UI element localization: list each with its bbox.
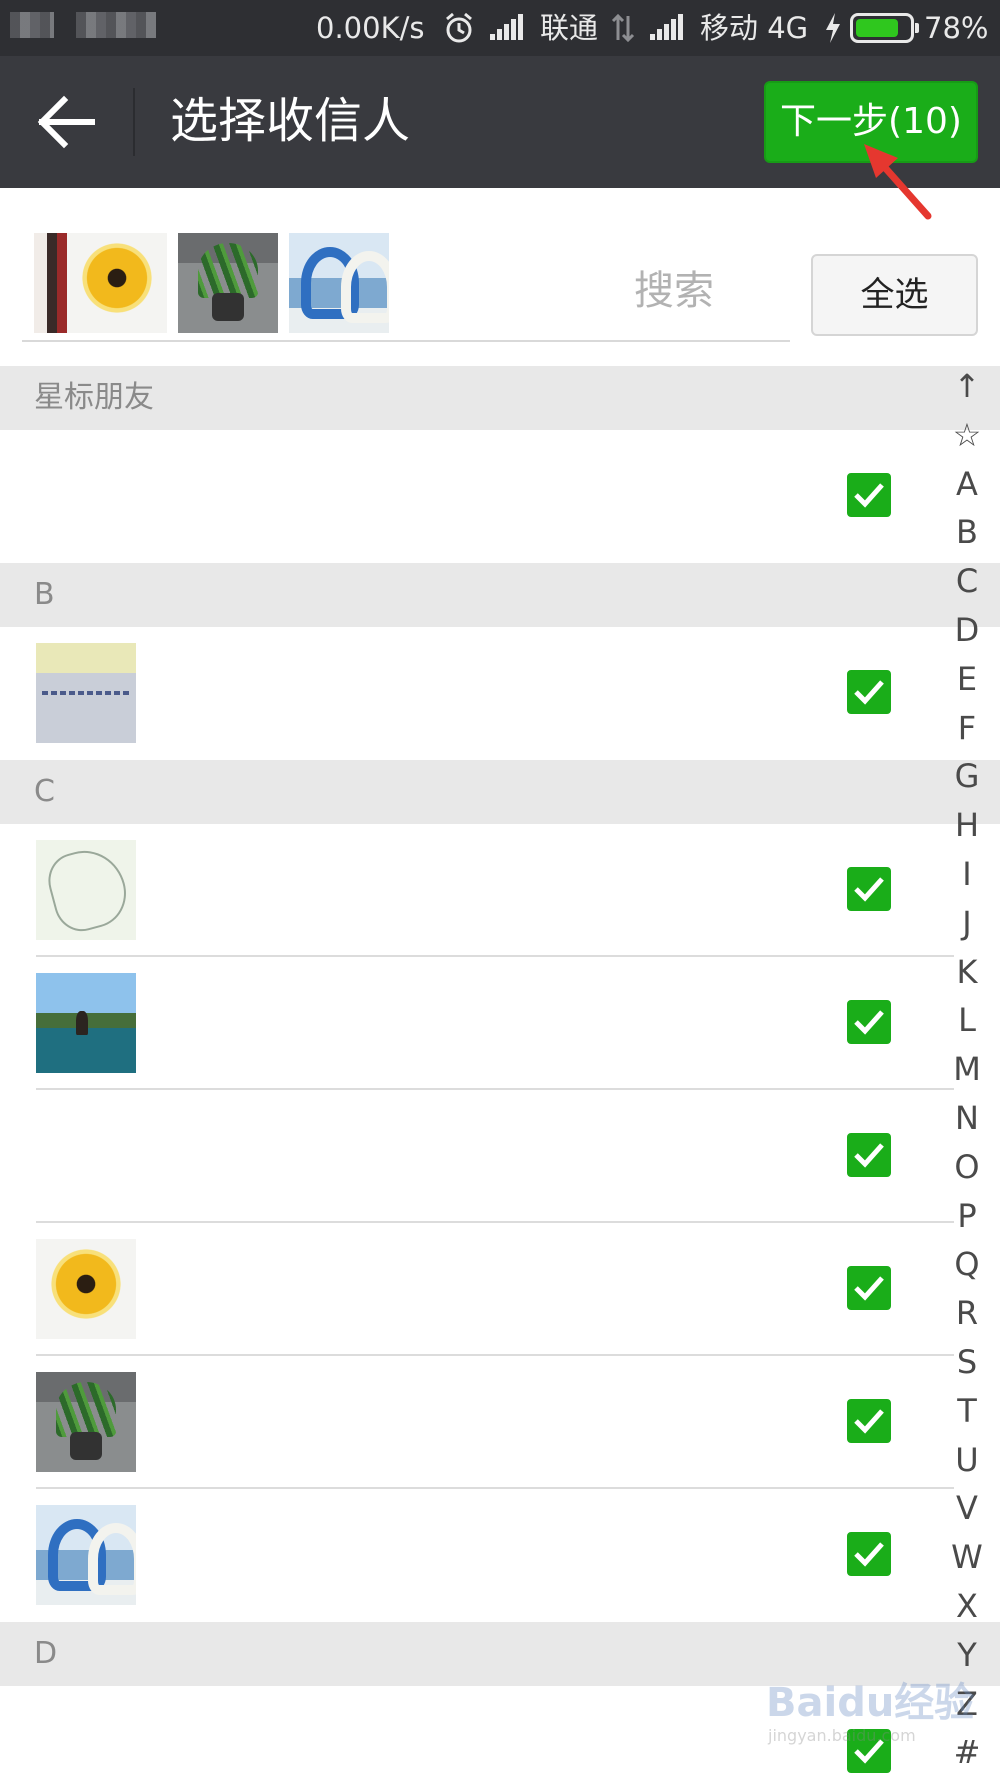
contact-row[interactable] (0, 824, 1000, 957)
section-header: C (0, 760, 1000, 824)
section-letter: 星标朋友 (34, 380, 154, 415)
checkmark-icon (854, 1276, 884, 1301)
signal-strength-icon (490, 14, 524, 40)
carrier-1: 联通 (540, 11, 599, 45)
avatar (36, 1505, 136, 1605)
baidu-watermark: Baidu经验 jingyan.baidu.com (766, 1670, 974, 1760)
title-divider (133, 88, 135, 156)
contact-row[interactable] (0, 627, 1000, 760)
selected-avatar[interactable] (67, 233, 167, 333)
watermark-url: jingyan.baidu.com (768, 1726, 916, 1745)
index-letter[interactable]: N (948, 1094, 986, 1143)
battery-icon (850, 13, 919, 43)
index-letter[interactable]: P (948, 1192, 986, 1241)
index-letter[interactable]: U (948, 1436, 986, 1485)
title-bar: 选择收信人 下一步(10) (0, 56, 1000, 188)
contact-row[interactable] (0, 1489, 1000, 1622)
index-letter[interactable]: R (948, 1289, 986, 1338)
checkbox-checked[interactable] (847, 473, 891, 517)
avatar (36, 1372, 136, 1472)
blurred-notification-icon (10, 12, 54, 38)
annotation-arrow-icon (864, 144, 932, 220)
checkbox-checked[interactable] (847, 1133, 891, 1177)
checkbox-checked[interactable] (847, 1532, 891, 1576)
selected-avatar[interactable] (34, 233, 67, 333)
avatar (36, 973, 136, 1073)
selected-avatar[interactable] (178, 233, 278, 333)
index-letter[interactable]: ☆ (948, 411, 986, 460)
index-letter[interactable]: T (948, 1387, 986, 1436)
index-letter[interactable]: Q (948, 1240, 986, 1289)
contact-row[interactable] (0, 1090, 1000, 1223)
index-letter[interactable]: K (948, 948, 986, 997)
checkmark-icon (854, 1010, 884, 1035)
index-letter[interactable]: J (948, 899, 986, 948)
alarm-clock-icon (446, 12, 472, 43)
contact-row[interactable] (0, 1223, 1000, 1356)
index-letter[interactable]: G (948, 752, 986, 801)
index-letter[interactable]: L (948, 996, 986, 1045)
avatar (36, 1239, 136, 1339)
checkbox-checked[interactable] (847, 670, 891, 714)
checkmark-icon (854, 1409, 884, 1434)
index-letter[interactable]: F (948, 704, 986, 753)
checkmark-icon (854, 1143, 884, 1168)
back-arrow-icon[interactable] (36, 94, 98, 150)
index-letter[interactable]: B (948, 508, 986, 557)
section-letter: C (34, 774, 55, 809)
contact-row[interactable] (0, 957, 1000, 1090)
index-letter[interactable]: E (948, 655, 986, 704)
index-letter[interactable]: M (948, 1045, 986, 1094)
battery-level (856, 19, 898, 37)
index-letter[interactable]: I (948, 850, 986, 899)
checkmark-icon (854, 680, 884, 705)
checkmark-icon (854, 1542, 884, 1567)
carrier-2: 移动 4G (700, 11, 809, 45)
checkbox-checked[interactable] (847, 1266, 891, 1310)
signal-strength-icon-2 (650, 14, 684, 40)
checkbox-checked[interactable] (847, 1399, 891, 1443)
index-letter[interactable]: D (948, 606, 986, 655)
contact-row[interactable] (0, 430, 1000, 563)
checkmark-icon (854, 483, 884, 508)
page-title: 选择收信人 (170, 93, 411, 149)
battery-percent: 78% (924, 11, 989, 45)
checkbox-checked[interactable] (847, 867, 891, 911)
search-input[interactable]: 搜索 (634, 258, 714, 316)
network-speed: 0.00K/s (316, 11, 425, 45)
index-letter[interactable]: S (948, 1338, 986, 1387)
data-transfer-icon (611, 13, 635, 43)
index-letter[interactable]: V (948, 1484, 986, 1533)
watermark-text: Baidu经验 (766, 1680, 975, 1726)
index-letter[interactable]: O (948, 1143, 986, 1192)
index-letter[interactable]: C (948, 557, 986, 606)
section-header: B (0, 563, 1000, 627)
alphabet-index-bar[interactable]: ↑ ☆ A B C D E F G H I J K L M N O P Q R S T U V W X Y Z # (948, 362, 986, 1777)
avatar (36, 840, 136, 940)
status-bar: 0.00K/s 联通 移动 4G 78% (0, 0, 1000, 56)
avatar (36, 643, 136, 743)
checkbox-checked[interactable] (847, 1000, 891, 1044)
index-letter[interactable]: ↑ (948, 362, 986, 411)
index-letter[interactable]: X (948, 1582, 986, 1631)
selected-avatar[interactable] (289, 233, 389, 333)
index-letter[interactable]: H (948, 801, 986, 850)
blurred-notification-icon (76, 12, 156, 38)
section-header: 星标朋友 (0, 366, 1000, 430)
index-letter[interactable]: W (948, 1533, 986, 1582)
index-letter[interactable]: A (948, 460, 986, 509)
section-letter: B (34, 577, 55, 612)
checkmark-icon (854, 877, 884, 902)
contact-row[interactable] (0, 1356, 1000, 1489)
section-letter: D (34, 1636, 58, 1671)
select-all-button[interactable]: 全选 (811, 254, 978, 336)
charging-bolt-icon (826, 13, 840, 43)
selected-contacts-search-bar[interactable]: 搜索 (22, 230, 790, 342)
